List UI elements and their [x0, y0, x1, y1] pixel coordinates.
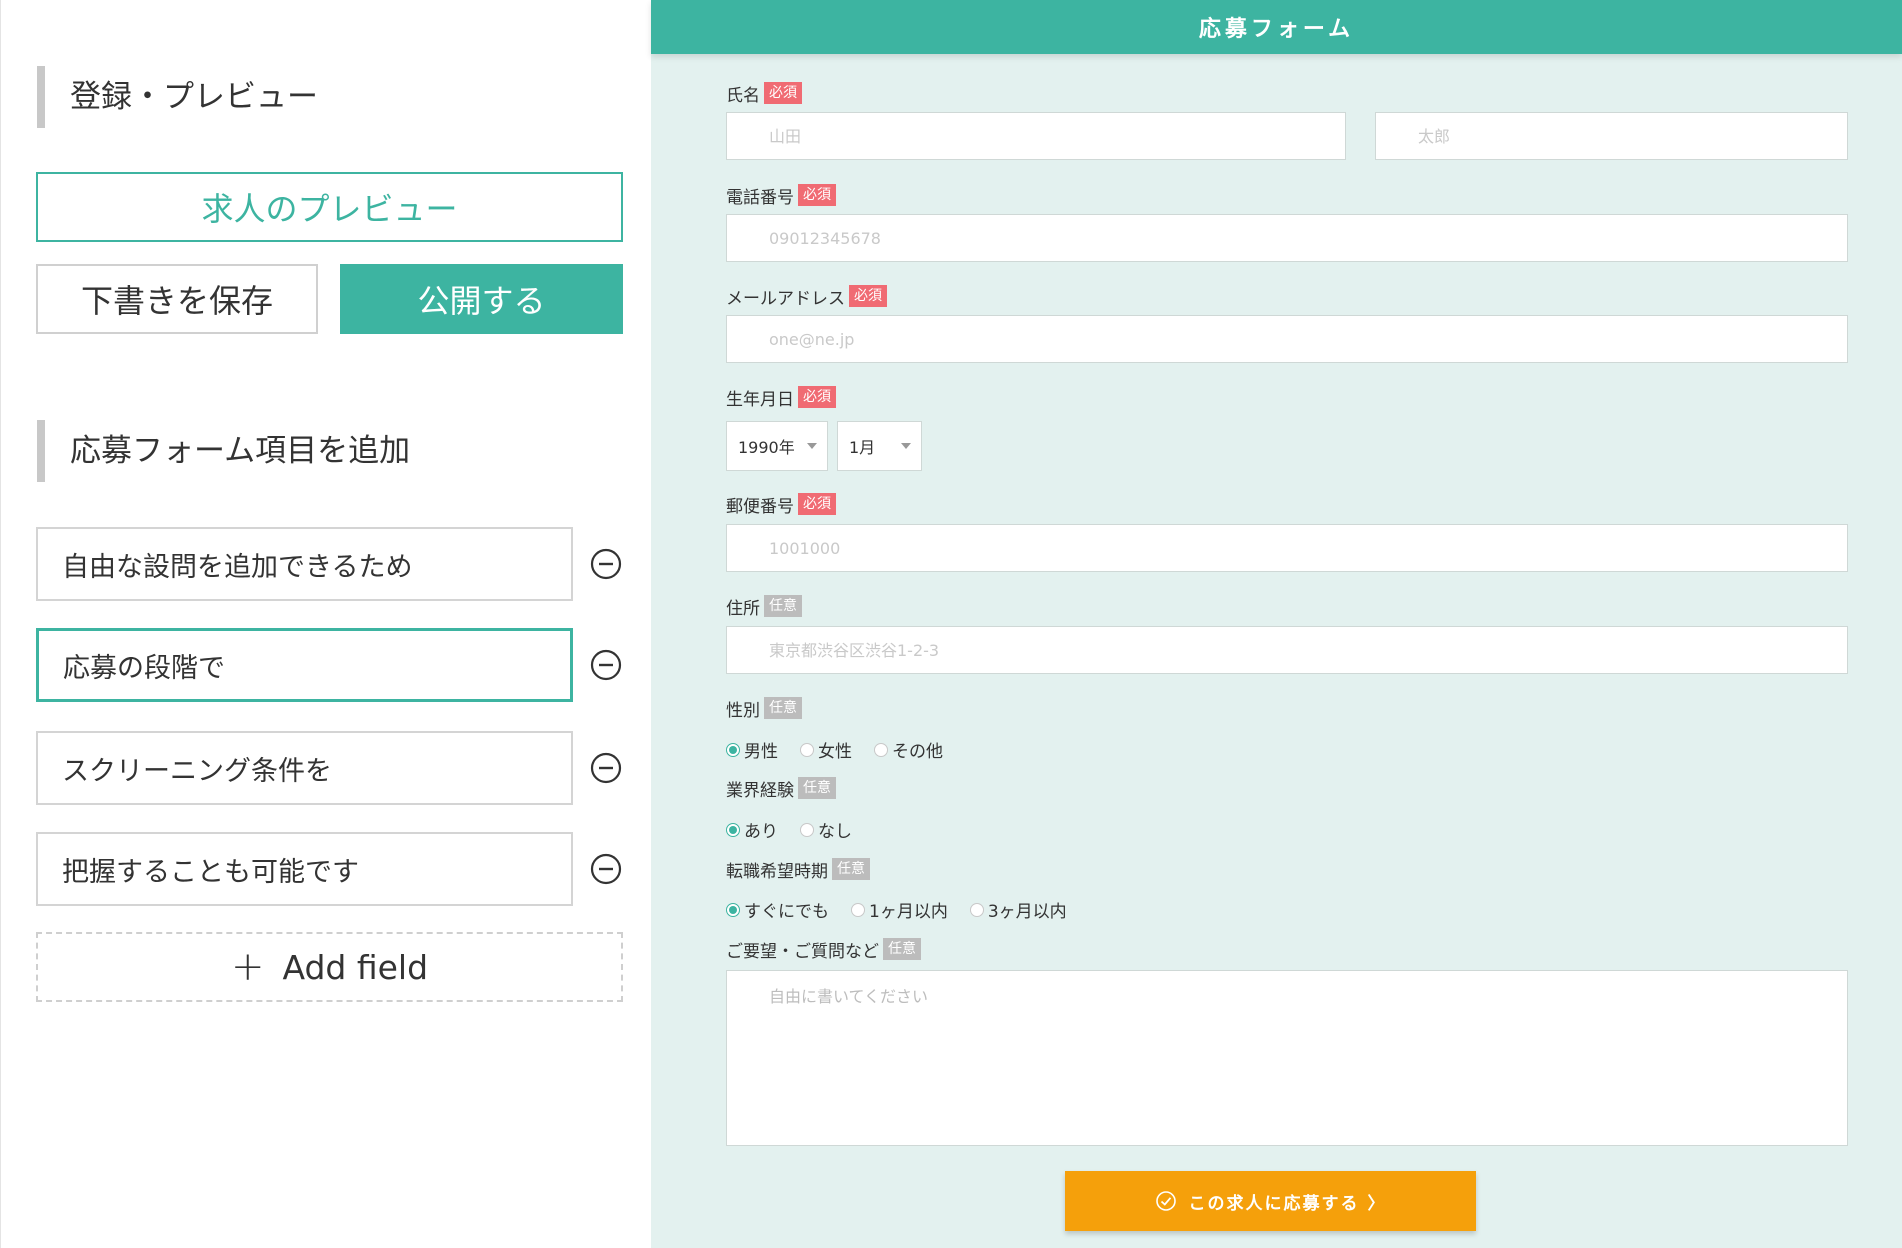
experience-option[interactable]: あり: [726, 817, 778, 842]
birth-month-value: 1月: [849, 438, 876, 457]
email-label-text: メールアドレス: [726, 288, 845, 309]
radio-selected-icon: [726, 822, 740, 837]
add-field-button[interactable]: + Add field: [36, 932, 623, 1002]
apply-button[interactable]: この求人に応募する 〉: [1065, 1171, 1476, 1231]
custom-field-input[interactable]: [36, 832, 573, 906]
gender-option[interactable]: その他: [874, 737, 943, 762]
custom-field-input[interactable]: [36, 628, 573, 702]
timing-option[interactable]: すぐにでも: [726, 897, 829, 922]
add-field-label: Add field: [282, 947, 429, 987]
radio-icon: [800, 822, 814, 837]
message-textarea[interactable]: [726, 970, 1848, 1146]
last-name-input[interactable]: [726, 112, 1346, 160]
custom-field-row: [36, 832, 656, 906]
timing-option-label: すぐにでも: [744, 902, 829, 922]
publish-button[interactable]: 公開する: [340, 264, 623, 334]
required-badge: 必須: [798, 386, 836, 408]
gender-option[interactable]: 女性: [800, 737, 852, 762]
minus-circle-icon[interactable]: [590, 649, 622, 681]
radio-icon: [851, 902, 865, 917]
gender-label: 性別 任意: [726, 695, 802, 721]
radio-selected-icon: [726, 902, 740, 917]
birthdate-label-text: 生年月日: [726, 389, 794, 410]
gender-option-label: 女性: [818, 742, 852, 762]
required-badge: 必須: [764, 82, 802, 104]
experience-option-label: あり: [744, 822, 778, 842]
name-label-text: 氏名: [726, 85, 760, 106]
timing-option[interactable]: 1ヶ月以内: [851, 897, 948, 922]
postal-label: 郵便番号 必須: [726, 491, 836, 517]
timing-option-label: 1ヶ月以内: [869, 902, 948, 922]
optional-badge: 任意: [764, 697, 802, 719]
birth-year-select[interactable]: 1990年: [726, 421, 828, 471]
experience-radio-group: あり なし: [726, 817, 874, 842]
experience-option[interactable]: なし: [800, 817, 852, 842]
timing-option[interactable]: 3ヶ月以内: [969, 897, 1067, 922]
phone-label-text: 電話番号: [726, 187, 794, 208]
timing-label: 転職希望時期 任意: [726, 856, 870, 882]
required-badge: 必須: [798, 184, 836, 206]
custom-field-row: [36, 628, 656, 702]
phone-input[interactable]: [726, 214, 1848, 262]
apply-button-label: この求人に応募する 〉: [1188, 1193, 1387, 1214]
address-input[interactable]: [726, 626, 1848, 674]
chevron-down-icon: [807, 443, 817, 449]
gender-option-label: その他: [892, 742, 943, 762]
optional-badge: 任意: [798, 777, 836, 799]
email-label: メールアドレス 必須: [726, 283, 887, 309]
address-label-text: 住所: [726, 598, 760, 619]
gender-label-text: 性別: [726, 700, 760, 721]
gender-option-label: 男性: [744, 742, 778, 762]
optional-badge: 任意: [764, 595, 802, 617]
radio-icon: [874, 742, 888, 757]
timing-radio-group: すぐにでも 1ヶ月以内 3ヶ月以内: [726, 897, 1089, 922]
birth-month-select[interactable]: 1月: [837, 421, 922, 471]
required-badge: 必須: [798, 493, 836, 515]
message-label: ご要望・ご質問など 任意: [726, 936, 921, 962]
chevron-down-icon: [901, 443, 911, 449]
register-preview-title: 登録・プレビュー: [37, 66, 318, 128]
minus-circle-icon[interactable]: [590, 548, 622, 580]
birth-year-value: 1990年: [738, 438, 795, 457]
email-input[interactable]: [726, 315, 1848, 363]
optional-badge: 任意: [832, 858, 870, 880]
experience-option-label: なし: [818, 822, 852, 842]
required-badge: 必須: [849, 285, 887, 307]
first-name-input[interactable]: [1375, 112, 1848, 160]
optional-badge: 任意: [883, 938, 921, 960]
plus-icon: +: [230, 944, 265, 990]
experience-label: 業界経験 任意: [726, 775, 836, 801]
address-label: 住所 任意: [726, 593, 802, 619]
radio-selected-icon: [726, 742, 740, 757]
form-title: 応募フォーム: [651, 0, 1902, 54]
radio-icon: [800, 742, 814, 757]
gender-radio-group: 男性 女性 その他: [726, 737, 965, 762]
postal-label-text: 郵便番号: [726, 496, 794, 517]
postal-code-input[interactable]: [726, 524, 1848, 572]
timing-option-label: 3ヶ月以内: [987, 902, 1067, 922]
custom-field-row: [36, 527, 656, 601]
minus-circle-icon[interactable]: [590, 853, 622, 885]
editor-panel: 登録・プレビュー 求人のプレビュー 下書きを保存 公開する 応募フォーム項目を追…: [0, 0, 651, 1248]
experience-label-text: 業界経験: [726, 780, 794, 801]
custom-field-input[interactable]: [36, 731, 573, 805]
check-circle-icon: [1155, 1191, 1176, 1211]
add-form-item-title: 応募フォーム項目を追加: [37, 420, 410, 482]
custom-field-input[interactable]: [36, 527, 573, 601]
birthdate-label: 生年月日 必須: [726, 384, 836, 410]
message-label-text: ご要望・ご質問など: [726, 941, 879, 962]
name-label: 氏名 必須: [726, 80, 802, 106]
gender-option[interactable]: 男性: [726, 737, 778, 762]
save-draft-button[interactable]: 下書きを保存: [36, 264, 318, 334]
form-preview-panel: 応募フォーム 氏名 必須 電話番号 必須 メールアドレス 必須 生年月日 必須 …: [651, 0, 1902, 1248]
phone-label: 電話番号 必須: [726, 182, 836, 208]
minus-circle-icon[interactable]: [590, 752, 622, 784]
timing-label-text: 転職希望時期: [726, 861, 828, 882]
job-preview-button[interactable]: 求人のプレビュー: [36, 172, 623, 242]
custom-field-row: [36, 731, 656, 805]
radio-icon: [969, 902, 984, 917]
